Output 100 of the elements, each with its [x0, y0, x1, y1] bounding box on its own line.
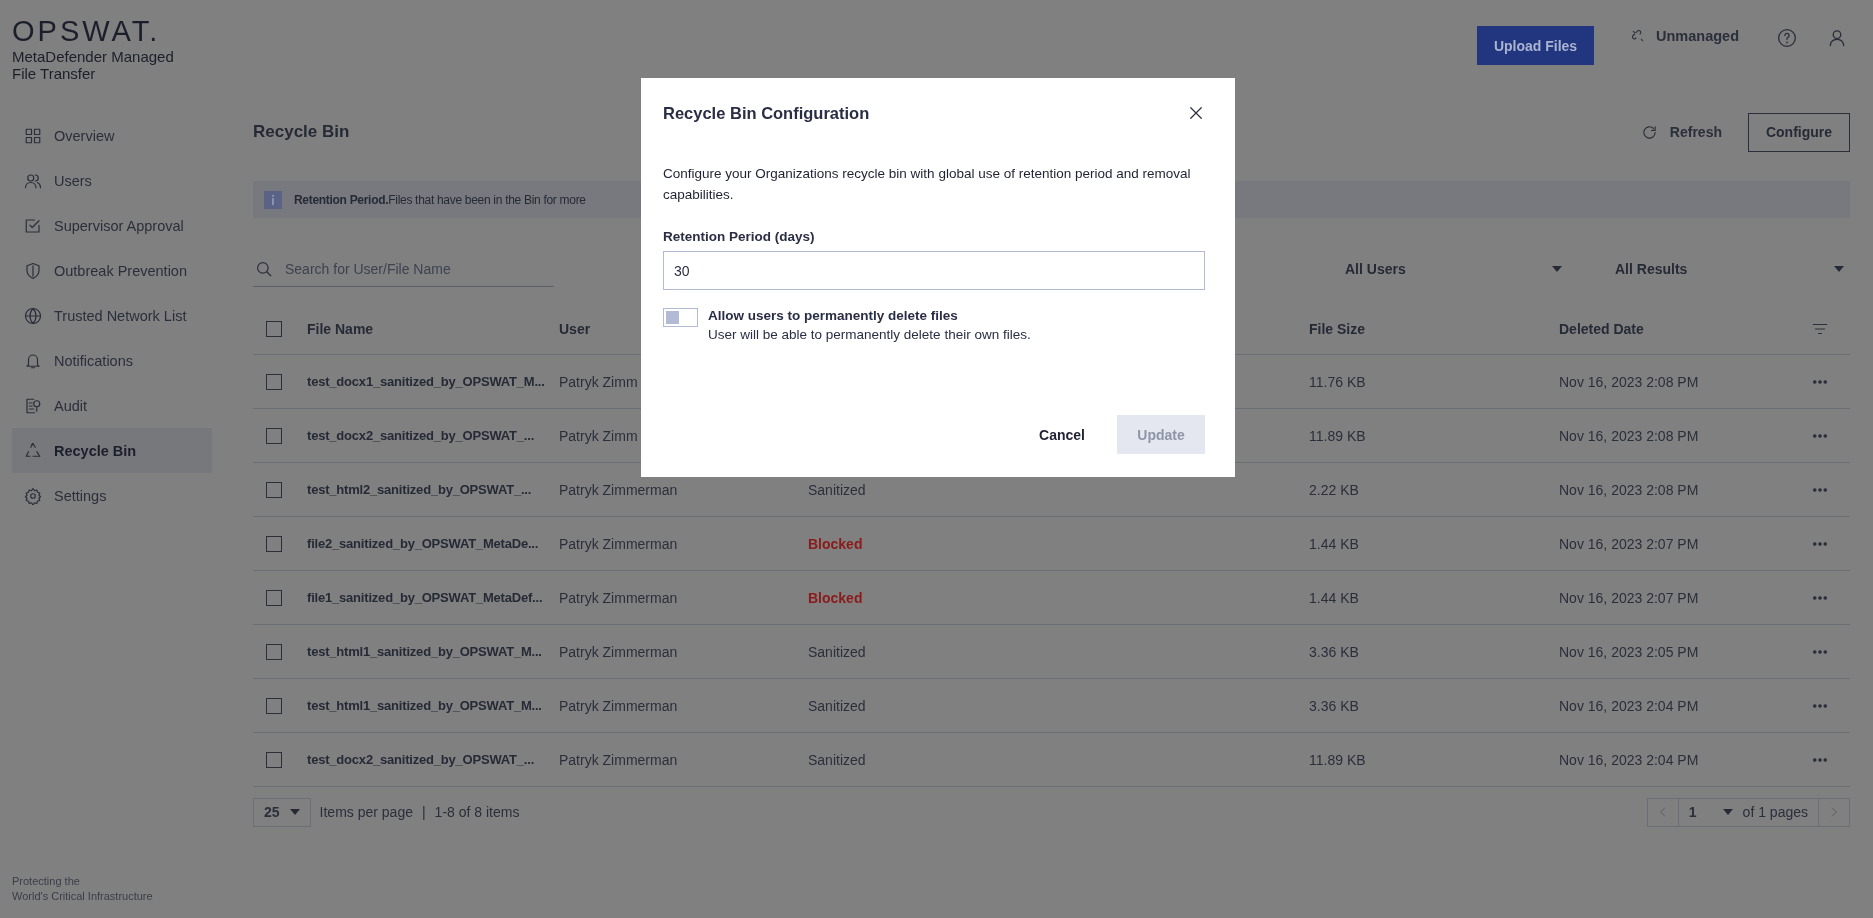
page-total: of 1 pages [1742, 804, 1808, 820]
sidebar-item[interactable]: Notifications [12, 338, 212, 383]
table-cell: Patryk Zimmerman [559, 697, 678, 714]
checkbox[interactable] [266, 589, 282, 606]
table-cell: Nov 16, 2023 2:04 PM [1559, 697, 1699, 714]
table-cell: Nov 16, 2023 2:07 PM [1559, 589, 1699, 606]
globe-icon [24, 306, 42, 325]
column-header: File Size [1309, 321, 1366, 337]
sidebar-item[interactable]: Recycle Bin [12, 428, 212, 473]
table-cell: Patryk Zimmerman [559, 535, 678, 552]
table-cell: 1.44 KB [1309, 589, 1359, 606]
sidebar-item[interactable]: Audit [12, 383, 212, 428]
table-cell: 3.36 KB [1309, 697, 1359, 714]
table-cell: Patryk Zimmerman [559, 751, 678, 768]
cancel-button[interactable]: Cancel [1033, 425, 1091, 444]
checkbox[interactable] [266, 697, 282, 714]
table-cell: Sanitized [808, 481, 866, 498]
table-cell: Nov 16, 2023 2:08 PM [1559, 481, 1699, 498]
sidebar-item[interactable]: Users [12, 158, 212, 203]
help-icon[interactable] [1777, 28, 1797, 48]
sidebar-item[interactable]: Outbreak Prevention [12, 248, 212, 293]
sidebar-item[interactable]: Settings [12, 473, 212, 518]
dialog-title: Recycle Bin Configuration [663, 103, 870, 123]
table-cell: Patryk Zimmerman [559, 589, 678, 606]
tagline: Protecting the World's Critical Infrastructure [12, 874, 153, 904]
caret-icon [289, 809, 300, 815]
checkbox-tick-icon [24, 216, 42, 235]
separator: | [421, 804, 426, 820]
filter-dropdown[interactable]: All Users [1345, 251, 1568, 287]
status-link[interactable]: Unmanaged [1630, 28, 1739, 44]
table-cell: 11.76 KB [1309, 373, 1366, 390]
checkbox[interactable] [266, 481, 282, 498]
checkbox[interactable] [266, 643, 282, 660]
sidebar-item[interactable]: Overview [12, 113, 212, 158]
dialog-description: Configure your Organizations recycle bin with global use of retention period and removal capabilities. [663, 165, 1192, 204]
table-cell: Sanitized [808, 697, 866, 714]
table-cell: Blocked [808, 535, 863, 552]
gear-icon [24, 486, 42, 505]
table-cell: test_docx1_sanitized_by_OPSWAT_M... [307, 374, 545, 389]
table-cell: file1_sanitized_by_OPSWAT_MetaDef... [307, 590, 543, 605]
checkbox[interactable] [266, 751, 282, 768]
broken-link-icon [1630, 28, 1646, 44]
refresh-button[interactable]: Refresh [1634, 122, 1728, 142]
users-icon [24, 171, 42, 190]
retention-period-field[interactable]: 30 [663, 251, 1205, 290]
product-name: MetaDefender Managed File Transfer [12, 48, 174, 82]
upload-files-button[interactable]: Upload Files [1477, 26, 1594, 65]
table-cell: test_docx2_sanitized_by_OPSWAT_... [307, 428, 535, 443]
user-icon[interactable] [1827, 28, 1847, 48]
search-icon [255, 259, 273, 278]
table-cell: Nov 16, 2023 2:04 PM [1559, 751, 1699, 768]
table-cell: test_html1_sanitized_by_OPSWAT_M... [307, 698, 542, 713]
table-cell: Blocked [808, 589, 863, 606]
page-size-select[interactable]: 25 [253, 797, 311, 827]
page-title: Recycle Bin [253, 122, 350, 142]
checkbox[interactable] [266, 321, 282, 337]
banner-text: Retention Period.Files that have been in the Bin for more [294, 192, 586, 207]
table-cell: Patryk Zimmerman [559, 643, 678, 660]
checkbox[interactable] [266, 373, 282, 390]
table-cell: Patryk Zimm [559, 427, 638, 444]
checkbox[interactable] [266, 535, 282, 552]
table-cell: 1.44 KB [1309, 535, 1359, 552]
table-cell: Patryk Zimmerman [559, 481, 678, 498]
table-cell: file2_sanitized_by_OPSWAT_MetaDe... [307, 536, 539, 551]
search-field[interactable]: Search for User/File Name [283, 259, 554, 278]
table-cell: Nov 16, 2023 2:07 PM [1559, 535, 1699, 552]
toggle-hint: User will be able to permanently delete their own files. [708, 327, 1031, 342]
sidebar-item[interactable]: Trusted Network List [12, 293, 212, 338]
table-cell: Nov 16, 2023 2:08 PM [1559, 373, 1699, 390]
table-cell: Nov 16, 2023 2:05 PM [1559, 643, 1699, 660]
toggle-label: Allow users to permanently delete files [708, 308, 959, 323]
logo: OPSWAT. [12, 16, 161, 46]
shield-icon [24, 261, 42, 280]
table-cell: test_html1_sanitized_by_OPSWAT_M... [307, 644, 542, 659]
close-icon[interactable] [1187, 104, 1205, 122]
column-header: Deleted Date [1559, 321, 1644, 337]
info-icon [264, 190, 282, 209]
checkbox[interactable] [266, 427, 282, 444]
table-cell: Sanitized [808, 643, 866, 660]
table-cell: test_html2_sanitized_by_OPSWAT_... [307, 482, 532, 497]
caret-icon [1722, 809, 1733, 815]
column-header: User [559, 321, 591, 337]
table-cell: Patryk Zimm [559, 373, 638, 390]
table-cell: 11.89 KB [1309, 427, 1366, 444]
filter-dropdown[interactable]: All Results [1615, 251, 1850, 287]
caret-icon [1552, 266, 1562, 272]
configure-button[interactable]: Configure [1748, 112, 1850, 152]
document-search-icon [24, 396, 42, 415]
refresh-icon [1640, 123, 1658, 141]
items-per-page-label: Items per page [319, 804, 413, 820]
page-select[interactable]: 1 [1677, 798, 1743, 826]
item-range: 1-8 of 8 items [434, 804, 520, 820]
field-label: Retention Period (days) [663, 229, 816, 244]
toggle-switch[interactable] [663, 308, 698, 327]
recycle-icon [24, 441, 42, 460]
table-cell: test_docx2_sanitized_by_OPSWAT_... [307, 752, 535, 767]
sidebar-item[interactable]: Supervisor Approval [12, 203, 212, 248]
table-cell: Nov 16, 2023 2:08 PM [1559, 427, 1699, 444]
column-header: File Name [307, 321, 374, 337]
table-cell: 2.22 KB [1309, 481, 1359, 498]
